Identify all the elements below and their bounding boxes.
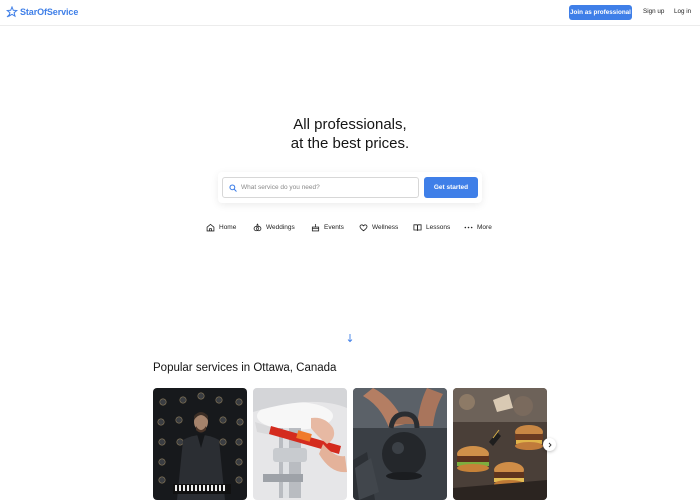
category-lessons[interactable]: Lessons <box>413 223 450 232</box>
carousel-next-button[interactable] <box>543 438 556 451</box>
chevron-right-icon <box>548 442 552 447</box>
logo-text: StarOfService <box>20 7 79 17</box>
hero-title-line-1: All professionals, <box>293 116 407 133</box>
hero-title: All professionals, at the best prices. <box>0 115 700 153</box>
category-label: Events <box>324 224 344 231</box>
category-label: Home <box>219 224 237 231</box>
service-card-plumbing[interactable] <box>253 388 347 500</box>
home-icon <box>206 223 215 232</box>
book-icon <box>413 224 422 231</box>
popular-services-title: Popular services in Ottawa, Canada <box>153 362 337 374</box>
service-card-kettlebell[interactable] <box>353 388 447 500</box>
join-as-professional-button[interactable]: Join as professional <box>569 5 632 20</box>
category-label: Wellness <box>372 224 399 231</box>
heart-icon <box>359 224 368 232</box>
burgers-photo <box>453 388 547 500</box>
category-bar: Home Weddings Events Wellness Lessons Mo… <box>0 223 700 235</box>
search-icon <box>229 183 237 192</box>
category-weddings[interactable]: Weddings <box>253 223 295 232</box>
search-input[interactable] <box>241 184 411 191</box>
plumbing-photo <box>253 388 347 500</box>
hero-title-line-2: at the best prices. <box>290 135 410 152</box>
service-card-burgers[interactable] <box>453 388 547 500</box>
category-more[interactable]: More <box>464 223 492 232</box>
logo-link[interactable]: StarOfService <box>6 6 78 18</box>
sign-up-link[interactable]: Sign up <box>643 8 664 15</box>
scroll-down-arrow-icon[interactable] <box>346 333 354 343</box>
top-header: StarOfService Join as professional Sign … <box>0 0 700 26</box>
dj-photo <box>153 388 247 500</box>
cake-icon <box>311 224 320 232</box>
category-home[interactable]: Home <box>206 223 236 232</box>
service-card-dj[interactable] <box>153 388 247 500</box>
category-label: More <box>477 224 492 231</box>
category-label: Lessons <box>426 224 451 231</box>
more-dots-icon <box>464 226 473 229</box>
search-box[interactable] <box>222 177 419 198</box>
get-started-button[interactable]: Get started <box>424 177 478 198</box>
kettlebell-photo <box>353 388 447 500</box>
category-events[interactable]: Events <box>311 223 344 232</box>
rings-icon <box>253 223 262 232</box>
star-logo-icon <box>6 6 18 18</box>
category-wellness[interactable]: Wellness <box>359 223 398 232</box>
log-in-link[interactable]: Log in <box>674 8 691 15</box>
category-label: Weddings <box>266 224 295 231</box>
